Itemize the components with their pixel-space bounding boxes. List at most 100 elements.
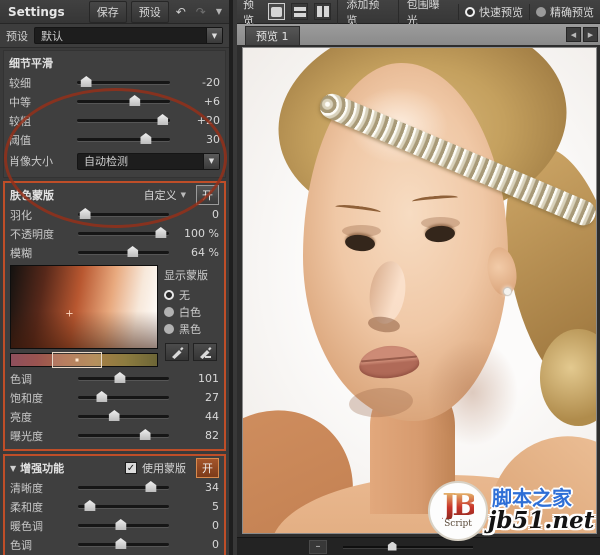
hue-slider[interactable] — [78, 377, 169, 380]
eyedropper-remove-icon — [198, 345, 212, 359]
slider-row-coarse: 较粗 +20 — [9, 111, 220, 130]
radio-selected-icon[interactable] — [465, 7, 475, 17]
zoom-out-button[interactable]: – — [309, 540, 327, 554]
slider-thumb[interactable] — [96, 391, 107, 402]
slider-thumb[interactable] — [81, 76, 92, 87]
slider-thumb[interactable] — [115, 519, 126, 530]
opacity-slider[interactable] — [78, 232, 169, 235]
portrait-size-caret-icon[interactable]: ▼ — [203, 154, 219, 169]
show-mask-option-white[interactable]: 白色 — [164, 303, 219, 320]
slider-thumb[interactable] — [129, 95, 140, 106]
coarse-slider[interactable] — [77, 119, 170, 122]
single-pane-icon — [271, 7, 282, 17]
eyedropper-add-icon — [170, 345, 184, 359]
slider-thumb[interactable] — [114, 372, 125, 383]
slider-row-softness: 柔和度 5 — [10, 497, 219, 516]
slider-thumb[interactable] — [140, 429, 151, 440]
skin-mask-title: 肤色蒙版 — [10, 187, 54, 203]
tab-next-icon[interactable]: ▶ — [583, 27, 598, 42]
collapse-caret-icon[interactable]: ▼ — [10, 464, 16, 473]
mask-mode-dropdown[interactable]: 自定义 ▼ — [144, 187, 186, 203]
slider-thumb[interactable] — [84, 500, 95, 511]
medium-slider[interactable] — [77, 100, 170, 103]
slider-thumb[interactable] — [127, 246, 138, 257]
saturation-slider[interactable] — [78, 396, 169, 399]
warmth-slider[interactable] — [78, 524, 169, 527]
slider-row-tint: 色调 0 — [10, 535, 219, 554]
tint-slider[interactable] — [78, 543, 169, 546]
threshold-slider[interactable] — [77, 138, 170, 141]
skin-mask-header[interactable]: 肤色蒙版 自定义 ▼ 开 — [10, 185, 219, 205]
save-button[interactable]: 保存 — [89, 1, 127, 23]
redo-icon[interactable]: ↷ — [193, 5, 209, 19]
tab-preview-1[interactable]: 预览 1 — [245, 26, 300, 45]
zoom-slider[interactable] — [343, 546, 473, 548]
hue-strip[interactable] — [10, 353, 158, 367]
slider-row-fuzz: 模糊 64 % — [10, 243, 219, 262]
slider-thumb[interactable] — [115, 538, 126, 549]
latitude-slider[interactable] — [78, 434, 169, 437]
slider-thumb[interactable] — [157, 114, 168, 125]
radio-icon[interactable] — [164, 324, 174, 334]
zoom-slider-thumb[interactable] — [388, 542, 397, 551]
slider-row-saturation: 饱和度 27 — [10, 388, 219, 407]
preset-dropdown[interactable]: 默认 ▼ — [34, 27, 223, 44]
portraiture-plugin-window: Settings 保存 预设 ↶ ↷ ▼ 预设 默认 ▼ 细节平滑 较细 — [0, 0, 600, 555]
preview-image[interactable] — [242, 47, 597, 534]
portrait-jaw-shadow — [427, 339, 519, 446]
slider-value: -20 — [176, 76, 220, 89]
slider-thumb[interactable] — [80, 208, 91, 219]
quick-preview-label: 快速预览 — [479, 4, 523, 20]
sharpness-slider[interactable] — [78, 486, 169, 489]
slider-row-warmth: 暖色调 0 — [10, 516, 219, 535]
slider-value: +6 — [176, 95, 220, 108]
slider-value: 34 — [175, 481, 219, 494]
slider-thumb[interactable] — [140, 133, 151, 144]
enhancements-header[interactable]: ▼ 增强功能 ✓ 使用蒙版 开 — [10, 458, 219, 478]
slider-row-medium: 中等 +6 — [9, 92, 220, 111]
preset-dropdown-caret-icon[interactable]: ▼ — [206, 28, 222, 43]
vertical-split-icon — [317, 6, 329, 17]
preview-toolbar: 预览 添加预览 包围曝光 快速预览 精确预览 — [237, 0, 600, 24]
radio-icon[interactable] — [164, 307, 174, 317]
fuzz-slider[interactable] — [78, 251, 169, 254]
slider-thumb[interactable] — [145, 481, 156, 492]
undo-icon[interactable]: ↶ — [173, 5, 189, 19]
radio-selected-icon[interactable] — [164, 290, 174, 300]
accurate-preview-radio[interactable]: 精确预览 — [529, 4, 594, 20]
tab-prev-icon[interactable]: ◀ — [566, 27, 581, 42]
horizontal-split-icon — [294, 7, 306, 17]
color-gradient-box[interactable]: + — [10, 265, 158, 349]
radio-icon[interactable] — [536, 7, 546, 17]
eyedropper-add-button[interactable] — [165, 343, 189, 361]
slider-value: 0 — [175, 538, 219, 551]
softness-slider[interactable] — [78, 505, 169, 508]
detail-section-header[interactable]: 细节平滑 — [9, 53, 220, 73]
show-mask-option-black[interactable]: 黑色 — [164, 320, 219, 337]
slider-value: 64 % — [175, 246, 219, 259]
preset-button[interactable]: 预设 — [131, 1, 169, 23]
portrait-size-dropdown[interactable]: 自动检测 ▼ — [77, 153, 220, 170]
slider-thumb[interactable] — [109, 410, 120, 421]
mask-on-button[interactable]: 开 — [196, 185, 219, 205]
slider-label: 模糊 — [10, 245, 72, 261]
hue-selection[interactable] — [52, 352, 102, 368]
slider-thumb[interactable] — [155, 227, 166, 238]
quick-preview-radio[interactable]: 快速预览 — [458, 4, 523, 20]
show-mask-option-none[interactable]: 无 — [164, 286, 219, 303]
use-mask-checkbox-row[interactable]: ✓ 使用蒙版 — [125, 460, 186, 476]
view-split-horizontal-button[interactable] — [291, 3, 308, 20]
detail-section-title: 细节平滑 — [9, 55, 53, 71]
luminance-slider[interactable] — [78, 415, 169, 418]
color-marker-icon: + — [65, 308, 73, 319]
fine-slider[interactable] — [77, 81, 170, 84]
slider-value: 5 — [175, 500, 219, 513]
settings-panel: Settings 保存 预设 ↶ ↷ ▼ 预设 默认 ▼ 细节平滑 较细 — [0, 0, 233, 555]
chevron-down-icon[interactable]: ▼ — [213, 7, 225, 16]
feather-slider[interactable] — [78, 213, 169, 216]
view-split-vertical-button[interactable] — [314, 3, 331, 20]
checkbox-checked-icon[interactable]: ✓ — [125, 462, 137, 474]
view-single-button[interactable] — [268, 3, 285, 20]
eyedropper-remove-button[interactable] — [193, 343, 217, 361]
enhancements-on-button[interactable]: 开 — [196, 458, 219, 478]
